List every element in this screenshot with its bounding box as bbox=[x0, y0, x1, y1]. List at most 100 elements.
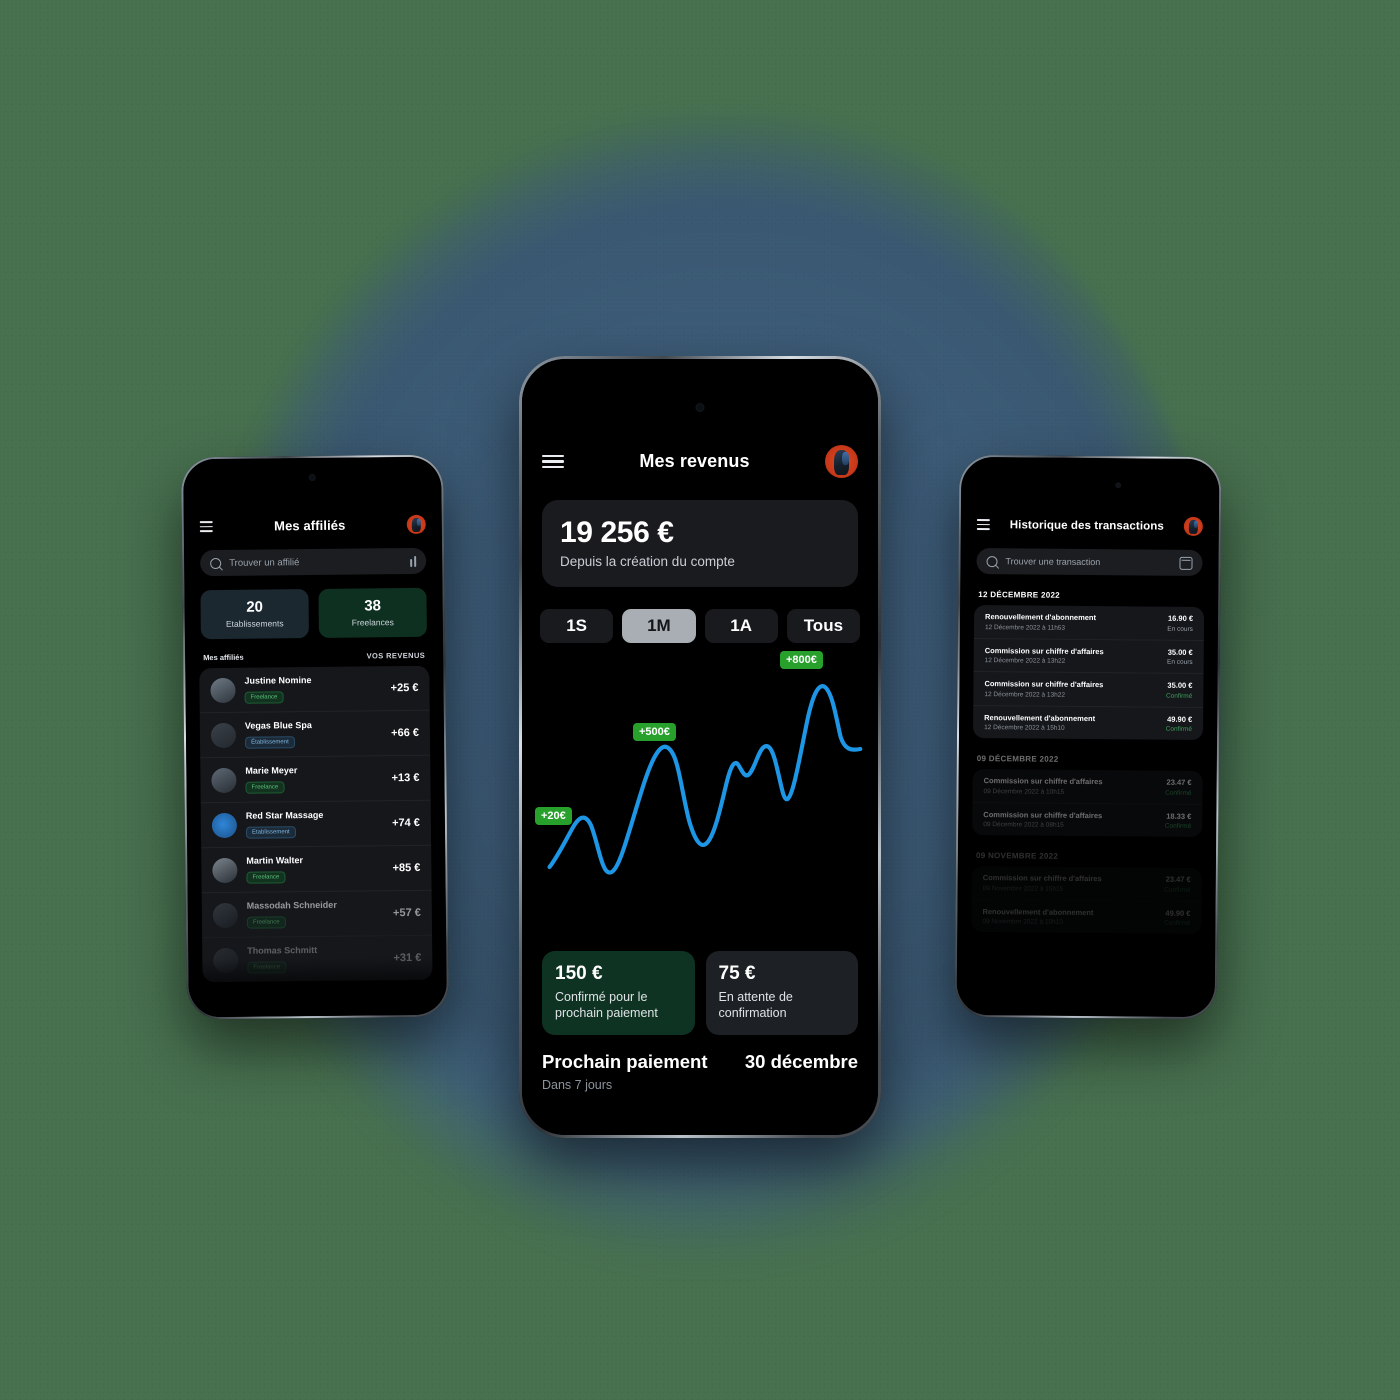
segment-1s[interactable]: 1S bbox=[540, 609, 614, 643]
transaction-info: Renouvellement d'abonnement 12 Décembre 2… bbox=[984, 713, 1095, 732]
avatar[interactable] bbox=[406, 514, 426, 535]
affiliate-amount: +31 € bbox=[393, 951, 422, 965]
affiliate-name: Massodah Schneider bbox=[246, 899, 337, 911]
stats-row: 20 Etablissements 38 Freelances bbox=[200, 587, 427, 640]
affiliate-row[interactable]: Massodah Schneider Freelance +57 € bbox=[202, 891, 432, 938]
status-badge: Confirmé bbox=[1164, 886, 1191, 894]
status-badge: En cours bbox=[1167, 625, 1193, 633]
transaction-info: Commission sur chiffre d'affaires 09 Déce… bbox=[983, 776, 1102, 796]
transaction-date-header: 09 DÉCEMBRE 2022 bbox=[976, 754, 1059, 764]
table-row[interactable]: Commission sur chiffre d'affaires 12 Déce… bbox=[973, 638, 1204, 675]
affiliate-row[interactable]: Marie Meyer Freelance +13 € bbox=[200, 755, 431, 804]
stat-card-freelances[interactable]: 38 Freelances bbox=[318, 587, 427, 638]
center-app-bar: Mes revenus bbox=[542, 445, 858, 478]
stat-card-establishments[interactable]: 20 Etablissements bbox=[200, 589, 309, 640]
status-badge: Confirmé bbox=[1164, 822, 1192, 830]
affiliate-row[interactable]: Justine Nomine Freelance +25 € bbox=[199, 665, 430, 714]
revenue-chart-svg bbox=[547, 684, 863, 875]
transaction-amount: 49.90 € bbox=[1167, 714, 1193, 724]
page-title: Mes revenus bbox=[639, 451, 750, 471]
segment-1a[interactable]: 1A bbox=[704, 609, 778, 643]
affiliate-row[interactable]: Thomas Schmitt Freelance +31 € bbox=[202, 936, 432, 982]
card-confirmed[interactable]: 150 € Confirmé pour le prochain paiement bbox=[542, 951, 695, 1035]
status-badge: Confirmé bbox=[1165, 789, 1192, 797]
chart-line-revenus bbox=[547, 684, 863, 875]
summary-cards: 150 € Confirmé pour le prochain paiement… bbox=[542, 951, 858, 1035]
table-row[interactable]: Renouvellement d'abonnement 09 Novembre 2… bbox=[971, 899, 1201, 934]
transaction-info: Commission sur chiffre d'affaires 09 Déce… bbox=[983, 810, 1102, 830]
affiliate-amount: +66 € bbox=[391, 726, 420, 740]
transaction-values: 23.47 € Confirmé bbox=[1164, 875, 1191, 894]
transaction-amount: 35.00 € bbox=[1167, 680, 1193, 690]
search-input[interactable]: Trouver une transaction bbox=[976, 548, 1203, 576]
chart-marker-3: +800€ bbox=[780, 651, 823, 669]
chart-marker-2: +500€ bbox=[633, 723, 676, 741]
avatar bbox=[211, 812, 238, 838]
transaction-values: 23.47 € Confirmé bbox=[1165, 778, 1192, 797]
affiliate-meta: Justine Nomine Freelance bbox=[244, 674, 381, 704]
stat-caption: Freelances bbox=[351, 617, 394, 628]
segment-1m[interactable]: 1M bbox=[622, 609, 696, 643]
affiliate-amount: +57 € bbox=[392, 906, 421, 920]
transaction-date: 09 Décembre 2022 à 08h15 bbox=[983, 821, 1064, 829]
segment-tous[interactable]: Tous bbox=[786, 609, 860, 643]
affiliate-amount: +25 € bbox=[390, 681, 419, 695]
affiliate-row[interactable]: Red Star Massage Etablissement +74 € bbox=[200, 800, 432, 849]
status-badge: Etablissement bbox=[245, 826, 296, 839]
affiliate-name: Thomas Schmitt bbox=[247, 944, 318, 956]
avatar[interactable] bbox=[825, 445, 858, 478]
hamburger-icon[interactable] bbox=[976, 519, 990, 531]
affiliate-amount: +85 € bbox=[392, 861, 421, 875]
table-row[interactable]: Commission sur chiffre d'affaires 09 Déce… bbox=[972, 802, 1202, 837]
transaction-values: 35.00 € En cours bbox=[1167, 647, 1193, 666]
affiliates-list: Justine Nomine Freelance +25 € Vegas Blue S… bbox=[199, 665, 433, 983]
card-pending[interactable]: 75 € En attente de confirmation bbox=[705, 951, 858, 1035]
transaction-name: Commission sur chiffre d'affaires bbox=[983, 809, 1103, 820]
transaction-amount: 18.33 € bbox=[1166, 811, 1192, 821]
phone-right: Historique des transactions Trouver une … bbox=[954, 454, 1222, 1020]
list-header: Mes affiliés VOS REVENUS bbox=[203, 651, 425, 662]
affiliate-name: Vegas Blue Spa bbox=[244, 720, 312, 731]
table-row[interactable]: Commission sur chiffre d'affaires 09 Nove… bbox=[972, 866, 1202, 902]
phone-left: Mes affiliés Trouver un affilié 20 Etabl… bbox=[181, 454, 449, 1020]
avatar-figure-accent bbox=[1193, 520, 1198, 529]
period-segmented-control: 1S 1M 1A Tous bbox=[540, 609, 860, 643]
search-input[interactable]: Trouver un affilié bbox=[200, 547, 427, 577]
transaction-date-header: 12 DÉCEMBRE 2022 bbox=[978, 590, 1061, 600]
next-payment-block: Prochain paiement 30 décembre Dans 7 jou… bbox=[542, 1051, 858, 1092]
affiliate-row[interactable]: Martin Walter Freelance +85 € bbox=[201, 845, 432, 894]
affiliate-meta: Thomas Schmitt Freelance bbox=[247, 944, 384, 974]
phone-right-bezel: Historique des transactions Trouver une … bbox=[956, 456, 1220, 1018]
table-row[interactable]: Renouvellement d'abonnement 12 Décembre 2… bbox=[973, 705, 1203, 740]
calendar-icon[interactable] bbox=[1179, 556, 1193, 570]
card-label: Confirmé pour le prochain paiement bbox=[555, 990, 658, 1020]
transaction-name: Renouvellement d'abonnement bbox=[984, 712, 1096, 723]
transaction-values: 35.00 € Confirmé bbox=[1166, 681, 1193, 700]
table-row[interactable]: Renouvellement d'abonnement 12 Décembre 2… bbox=[973, 605, 1205, 641]
transaction-amount: 35.00 € bbox=[1167, 647, 1193, 657]
hamburger-icon[interactable] bbox=[542, 454, 564, 469]
status-badge: Confirmé bbox=[1165, 692, 1193, 700]
transaction-name: Commission sur chiffre d'affaires bbox=[983, 776, 1103, 787]
transaction-values: 49.90 € Confirmé bbox=[1164, 908, 1191, 927]
status-badge: Freelance bbox=[247, 961, 287, 974]
transaction-date-header: 09 NOVEMBRE 2022 bbox=[975, 851, 1059, 861]
transaction-date: 09 Novembre 2022 à 10h10 bbox=[982, 918, 1064, 926]
affiliate-row[interactable]: Vegas Blue Spa Établissement +66 € bbox=[199, 710, 431, 759]
affiliate-amount: +13 € bbox=[391, 771, 420, 785]
chart-marker-1: +20€ bbox=[535, 807, 572, 825]
avatar[interactable] bbox=[1183, 516, 1203, 536]
screen-affiliates: Mes affiliés Trouver un affilié 20 Etabl… bbox=[183, 456, 447, 1018]
transaction-info: Commission sur chiffre d'affaires 09 Nove… bbox=[983, 873, 1102, 893]
phone-left-bezel: Mes affiliés Trouver un affilié 20 Etabl… bbox=[183, 456, 447, 1018]
search-placeholder: Trouver un affilié bbox=[229, 556, 300, 569]
transaction-date: 09 Novembre 2022 à 15h15 bbox=[982, 884, 1064, 893]
front-camera-icon bbox=[695, 403, 705, 412]
table-row[interactable]: Commission sur chiffre d'affaires 12 Déce… bbox=[973, 671, 1204, 708]
table-row[interactable]: Commission sur chiffre d'affaires 09 Déce… bbox=[972, 769, 1202, 805]
filter-icon[interactable] bbox=[410, 555, 417, 567]
mockup-stage: Mes affiliés Trouver un affilié 20 Etabl… bbox=[0, 0, 1400, 1400]
hamburger-icon[interactable] bbox=[199, 521, 213, 533]
page-title: Mes affiliés bbox=[274, 517, 346, 534]
stat-caption: Etablissements bbox=[225, 618, 284, 629]
